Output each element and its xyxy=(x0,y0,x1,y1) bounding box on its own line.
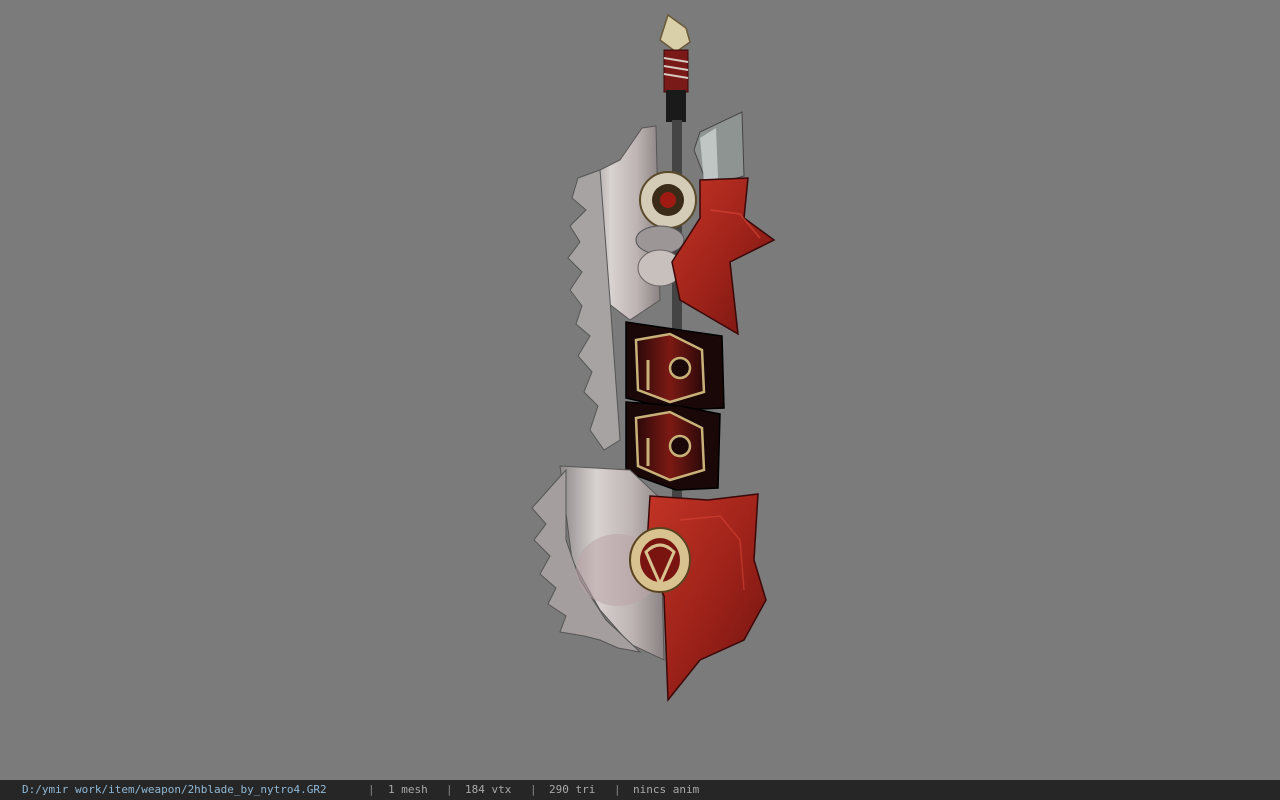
separator: | xyxy=(614,783,621,796)
file-path-text: D:/ymir work/item/weapon/2hblade_by_nytr… xyxy=(22,783,327,796)
status-bar: D:/ymir work/item/weapon/2hblade_by_nytr… xyxy=(0,780,1280,800)
grip-wrap xyxy=(663,49,689,93)
lower-red-armor xyxy=(645,493,767,703)
middle-plaque-1 xyxy=(625,321,725,411)
separator: | xyxy=(530,783,537,796)
triangle-count-text: 290 tri xyxy=(549,783,596,796)
separator: | xyxy=(446,783,453,796)
separator: | xyxy=(368,783,375,796)
middle-plaque-2 xyxy=(625,401,721,491)
sword-model[interactable] xyxy=(0,0,1280,780)
3d-viewport[interactable] xyxy=(0,0,1280,780)
animation-info-text: nincs anim xyxy=(633,783,700,796)
mesh-count-text: 1 mesh xyxy=(388,783,428,796)
vertex-count-text: 184 vtx xyxy=(465,783,512,796)
pommel xyxy=(659,13,691,53)
lower-emblem xyxy=(629,527,691,593)
